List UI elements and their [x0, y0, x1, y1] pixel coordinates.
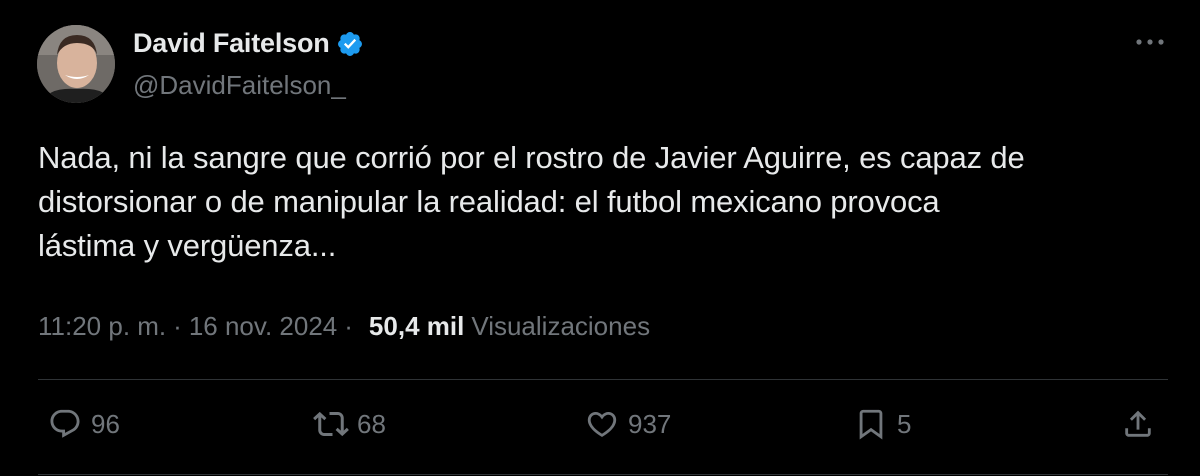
divider [38, 474, 1168, 475]
tweet-text-line: distorsionar o de manipular la realidad:… [38, 184, 940, 219]
repost-count: 68 [357, 408, 386, 439]
repost-icon [313, 406, 349, 442]
like-count: 937 [628, 408, 672, 439]
share-icon [1120, 406, 1156, 442]
bookmark-count: 5 [897, 408, 912, 439]
meta-separator: · [173, 311, 182, 341]
verified-badge-icon[interactable] [336, 30, 364, 58]
reply-button[interactable]: 96 [47, 406, 120, 442]
author-display-name[interactable]: David Faitelson [133, 28, 330, 59]
divider [38, 379, 1168, 380]
views-label: Visualizaciones [471, 311, 651, 341]
meta-separator: · [344, 311, 353, 341]
repost-button[interactable]: 68 [313, 406, 386, 442]
author-name-row: David Faitelson [133, 28, 364, 59]
bookmark-button[interactable]: 5 [853, 406, 911, 442]
tweet-date[interactable]: 16 nov. 2024 [189, 311, 337, 342]
avatar[interactable] [37, 25, 115, 103]
tweet-card: David Faitelson @DavidFaitelson_ Nada, n… [0, 0, 1200, 476]
share-button[interactable] [1120, 406, 1156, 442]
author-handle[interactable]: @DavidFaitelson_ [133, 70, 346, 101]
reply-icon [47, 406, 83, 442]
more-options-icon[interactable] [1132, 28, 1168, 56]
tweet-time[interactable]: 11:20 p. m. [38, 311, 166, 342]
heart-icon [584, 406, 620, 442]
views-count: 50,4 mil [368, 311, 465, 341]
tweet-text-line: lástima y vergüenza... [38, 228, 337, 263]
tweet-meta: 11:20 p. m. · 16 nov. 2024 · 50,4 mil Vi… [38, 311, 650, 342]
bookmark-icon [853, 406, 889, 442]
reply-count: 96 [91, 408, 120, 439]
like-button[interactable]: 937 [584, 406, 671, 442]
tweet-text: Nada, ni la sangre que corrió por el ros… [38, 136, 1168, 268]
tweet-text-line: Nada, ni la sangre que corrió por el ros… [38, 140, 1025, 175]
